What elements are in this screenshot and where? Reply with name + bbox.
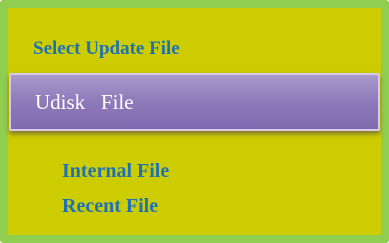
menu-item-label: Udisk File: [35, 90, 134, 114]
dialog-title: Select Update File: [33, 38, 180, 59]
update-file-dialog: Select Update File Udisk File Internal F…: [0, 0, 389, 243]
menu-item-udisk-file[interactable]: Udisk File: [9, 73, 380, 131]
menu-item-recent-file[interactable]: Recent File: [62, 195, 158, 218]
menu-item-internal-file[interactable]: Internal File: [62, 160, 169, 183]
